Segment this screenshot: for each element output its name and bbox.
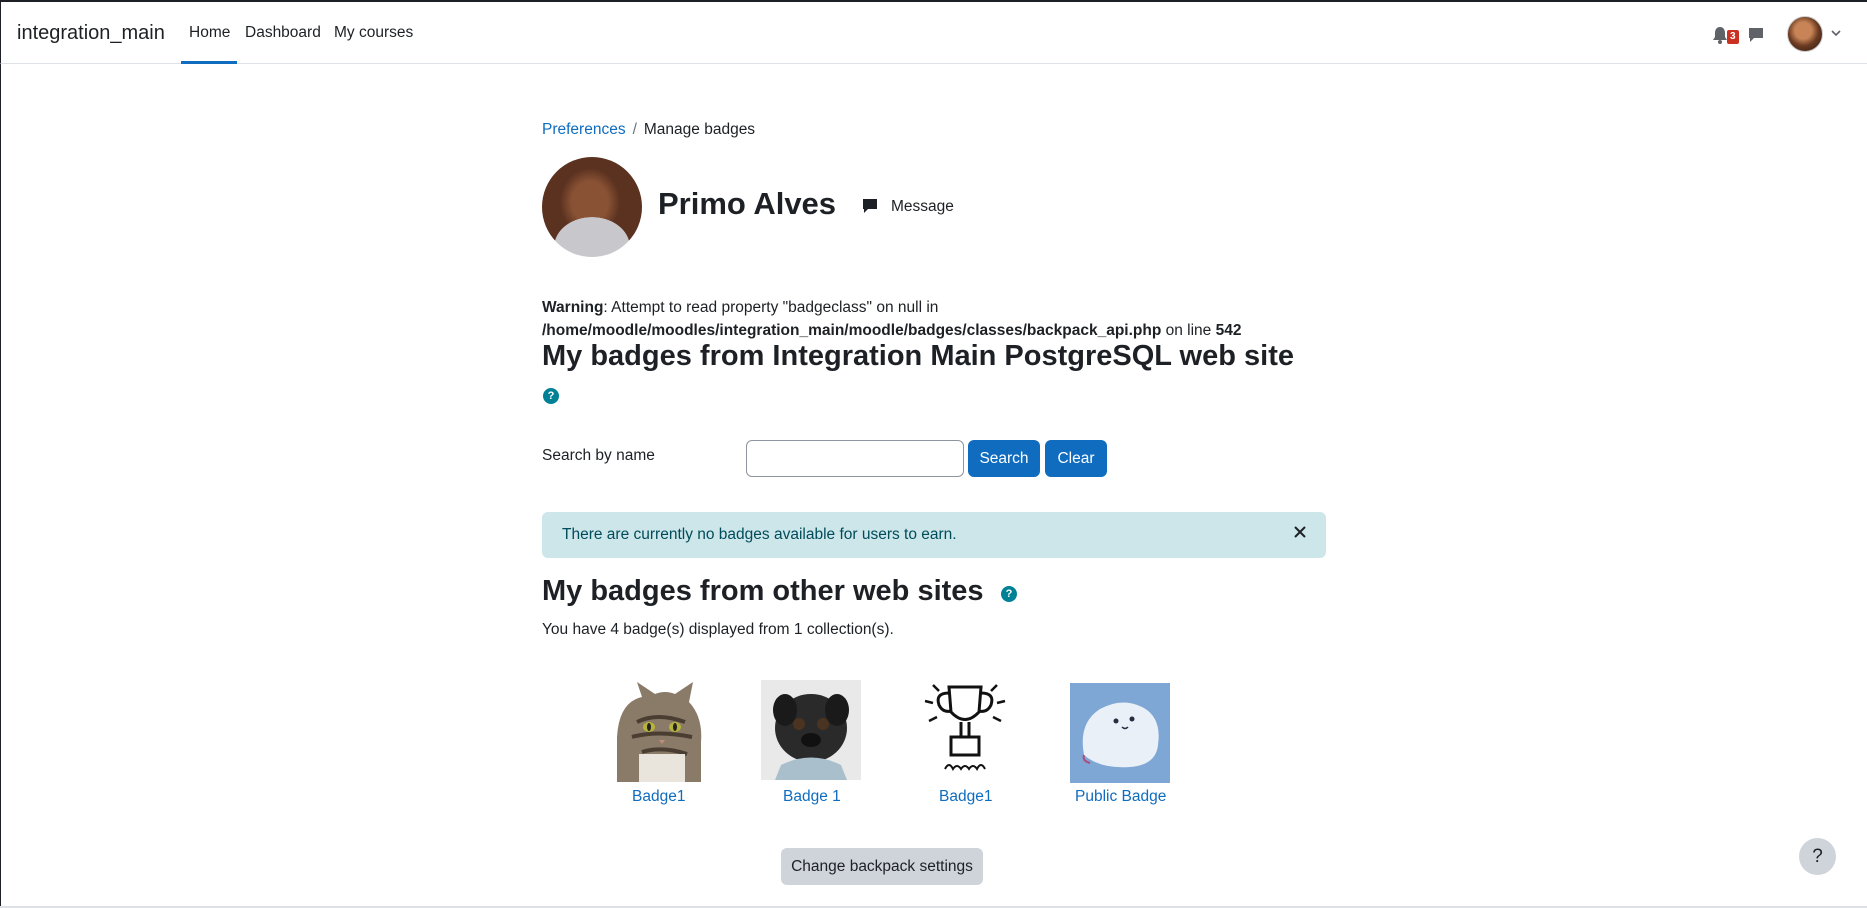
messages-icon[interactable] bbox=[1747, 26, 1765, 44]
info-alert: There are currently no badges available … bbox=[542, 512, 1326, 558]
warning-line: 542 bbox=[1215, 322, 1242, 339]
search-button[interactable]: Search bbox=[968, 440, 1040, 477]
breadcrumb: Preferences / Manage badges bbox=[542, 121, 755, 139]
message-button[interactable]: Message bbox=[891, 198, 954, 216]
breadcrumb-separator: / bbox=[632, 121, 637, 138]
badge-link[interactable]: Badge1 bbox=[939, 788, 992, 806]
breadcrumb-preferences[interactable]: Preferences bbox=[542, 121, 626, 138]
message-icon[interactable] bbox=[862, 198, 878, 214]
php-warning: Warning: Attempt to read property "badge… bbox=[542, 296, 1302, 342]
help-fab-button[interactable]: ? bbox=[1799, 838, 1836, 875]
badge-count-text: You have 4 badge(s) displayed from 1 col… bbox=[542, 621, 894, 638]
notification-bell-icon[interactable] bbox=[1712, 26, 1728, 44]
heading-other-sites: My badges from other web sites bbox=[542, 575, 984, 607]
nav-home-active-indicator bbox=[181, 61, 237, 64]
user-menu-avatar[interactable] bbox=[1787, 16, 1823, 52]
profile-avatar bbox=[542, 157, 642, 257]
help-icon[interactable]: ? bbox=[1001, 586, 1017, 602]
search-input[interactable] bbox=[746, 440, 964, 477]
nav-my-courses[interactable]: My courses bbox=[334, 24, 413, 42]
badge-image-cat[interactable] bbox=[607, 682, 707, 782]
warning-label: Warning bbox=[542, 299, 604, 316]
badge-image-trophy[interactable] bbox=[915, 677, 1015, 777]
badge-image-blob[interactable] bbox=[1070, 683, 1170, 783]
warning-path: /home/moodle/moodles/integration_main/mo… bbox=[542, 322, 1162, 339]
badge-link[interactable]: Public Badge bbox=[1075, 788, 1166, 806]
profile-name: Primo Alves bbox=[658, 186, 837, 221]
top-navbar: integration_main Home Dashboard My cours… bbox=[0, 0, 1867, 64]
window-left-edge bbox=[0, 0, 1, 908]
nav-dashboard[interactable]: Dashboard bbox=[245, 24, 321, 42]
breadcrumb-current: Manage badges bbox=[643, 121, 756, 138]
badge-link[interactable]: Badge 1 bbox=[783, 788, 841, 806]
clear-button[interactable]: Clear bbox=[1045, 440, 1107, 477]
notification-count-badge: 3 bbox=[1727, 30, 1739, 44]
heading-my-badges-site: My badges from Integration Main PostgreS… bbox=[542, 340, 1294, 372]
badge-image-pug[interactable] bbox=[761, 680, 861, 780]
warning-line-prefix: on line bbox=[1161, 322, 1216, 339]
nav-home[interactable]: Home bbox=[189, 24, 230, 42]
alert-message: There are currently no badges available … bbox=[562, 526, 957, 543]
close-icon[interactable] bbox=[1292, 524, 1308, 540]
warning-text: : Attempt to read property "badgeclass" … bbox=[603, 299, 939, 316]
help-icon[interactable]: ? bbox=[543, 388, 559, 404]
site-brand[interactable]: integration_main bbox=[17, 22, 165, 45]
badge-link[interactable]: Badge1 bbox=[632, 788, 685, 806]
search-label: Search by name bbox=[542, 447, 655, 464]
change-backpack-settings-button[interactable]: Change backpack settings bbox=[781, 848, 983, 885]
chevron-down-icon[interactable] bbox=[1831, 28, 1841, 38]
